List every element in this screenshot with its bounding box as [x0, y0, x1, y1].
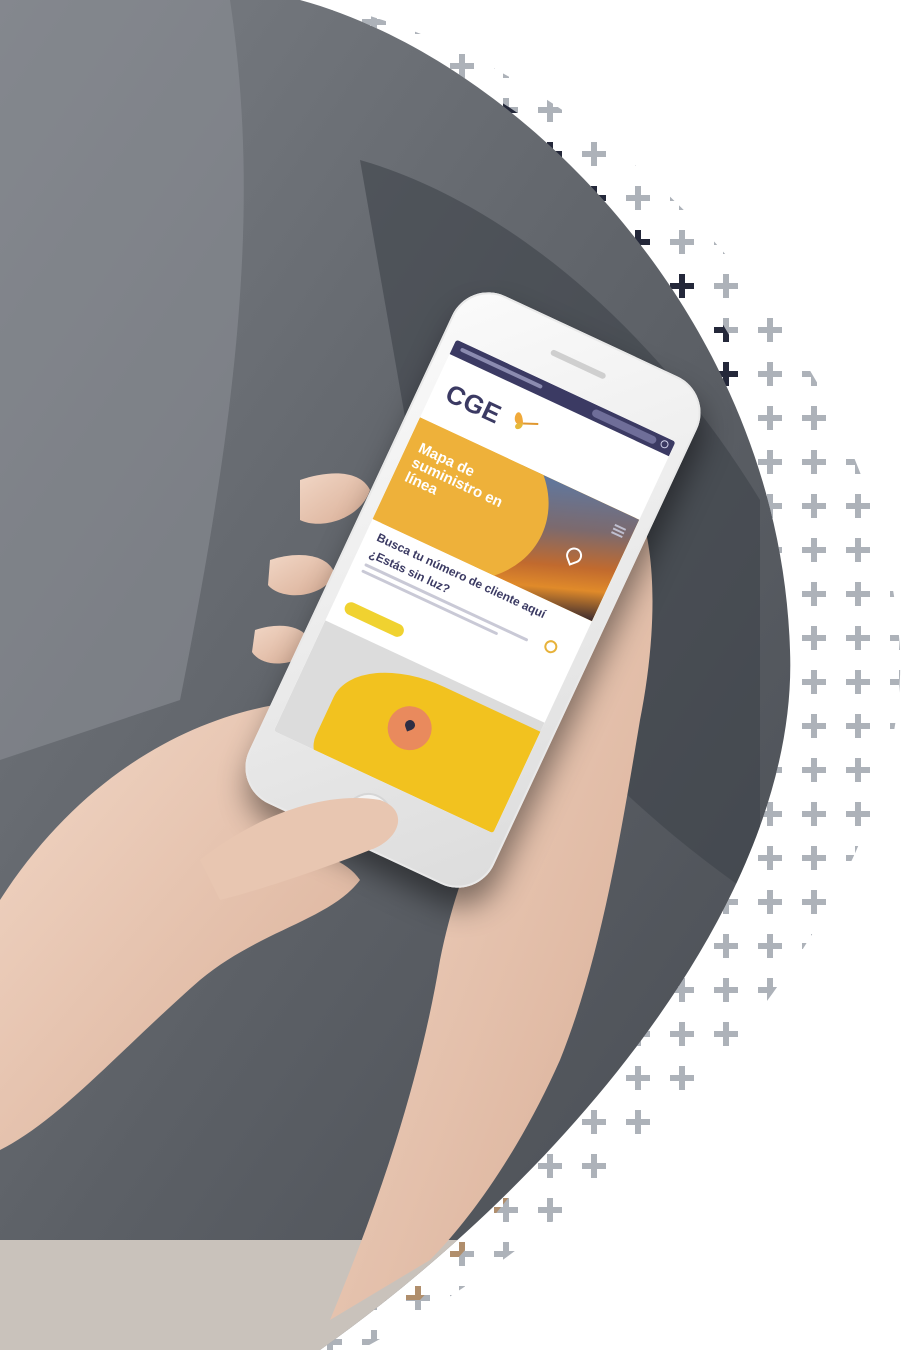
foreground-fingers	[200, 798, 399, 900]
advertisement-scene: CGE Mapa de suministro en línea Busca tu…	[0, 0, 913, 1350]
